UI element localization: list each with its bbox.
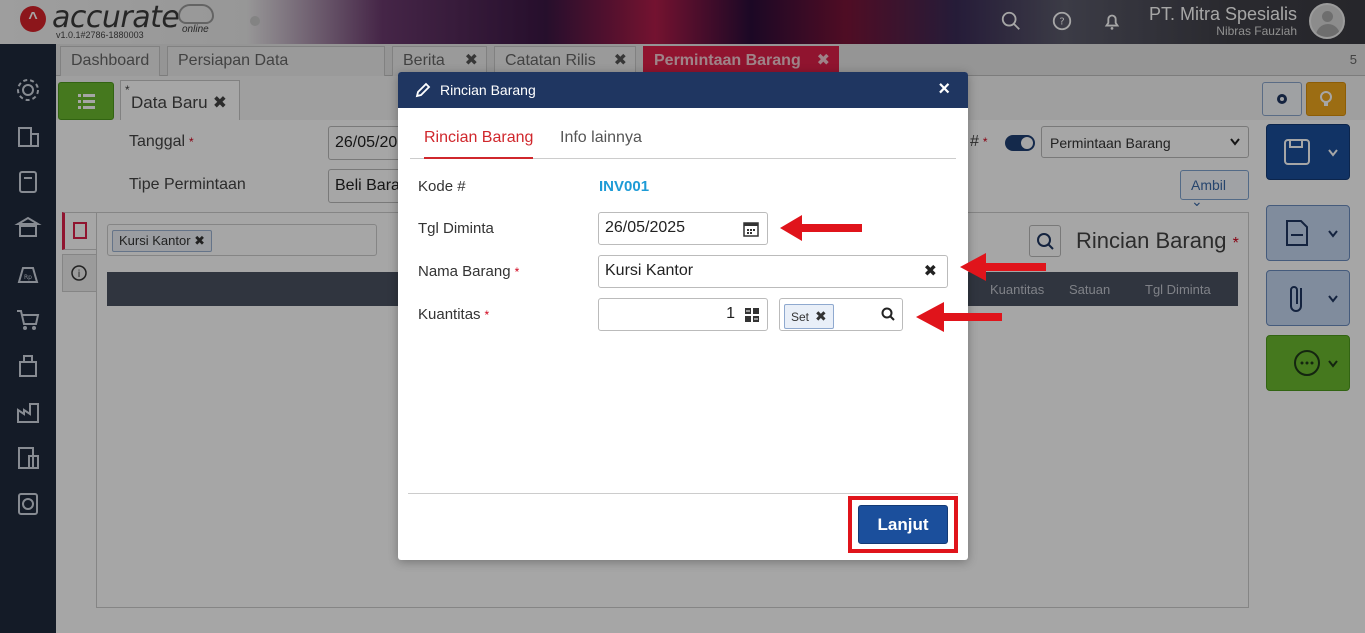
pencil-icon (415, 82, 431, 98)
lanjut-button[interactable]: Lanjut (858, 505, 948, 544)
kode-value: INV001 (599, 178, 650, 195)
search-icon[interactable] (880, 306, 896, 322)
satuan-field[interactable]: Set ✖ (779, 298, 903, 331)
kuantitas-label: Kuantitas * (418, 306, 490, 323)
calendar-icon[interactable] (743, 221, 759, 237)
clear-icon[interactable]: ✖ (924, 261, 937, 281)
calculator-icon[interactable] (744, 307, 760, 323)
rincian-barang-dialog: Rincian Barang × Rincian Barang Info lai… (398, 72, 968, 560)
close-icon[interactable]: × (938, 78, 950, 100)
nama-barang-label: Nama Barang * (418, 263, 520, 280)
annotation-arrow-icon (916, 302, 1002, 332)
nama-barang-value: Kursi Kantor (605, 262, 694, 279)
tgl-diminta-label: Tgl Diminta (418, 220, 494, 237)
annotation-arrow-icon (780, 215, 862, 241)
kuantitas-field[interactable]: 1 (598, 298, 768, 331)
tab-info-lainnya[interactable]: Info lainnya (560, 129, 642, 147)
modal-header: Rincian Barang × (398, 72, 968, 108)
nama-barang-field[interactable]: Kursi Kantor ✖ (598, 255, 948, 288)
tgl-diminta-value: 26/05/2025 (605, 219, 686, 236)
kuantitas-value: 1 (726, 305, 735, 322)
tab-rincian-barang[interactable]: Rincian Barang (424, 129, 534, 159)
footer-divider (408, 493, 958, 494)
unit-tag[interactable]: Set ✖ (784, 304, 834, 329)
modal-title: Rincian Barang (440, 82, 536, 98)
annotation-arrow-icon (960, 253, 1046, 281)
tgl-diminta-field[interactable]: 26/05/2025 (598, 212, 768, 245)
modal-tabs: Rincian Barang Info lainnya (410, 118, 956, 159)
kode-label: Kode # (418, 178, 466, 195)
remove-unit-icon: ✖ (815, 308, 827, 324)
